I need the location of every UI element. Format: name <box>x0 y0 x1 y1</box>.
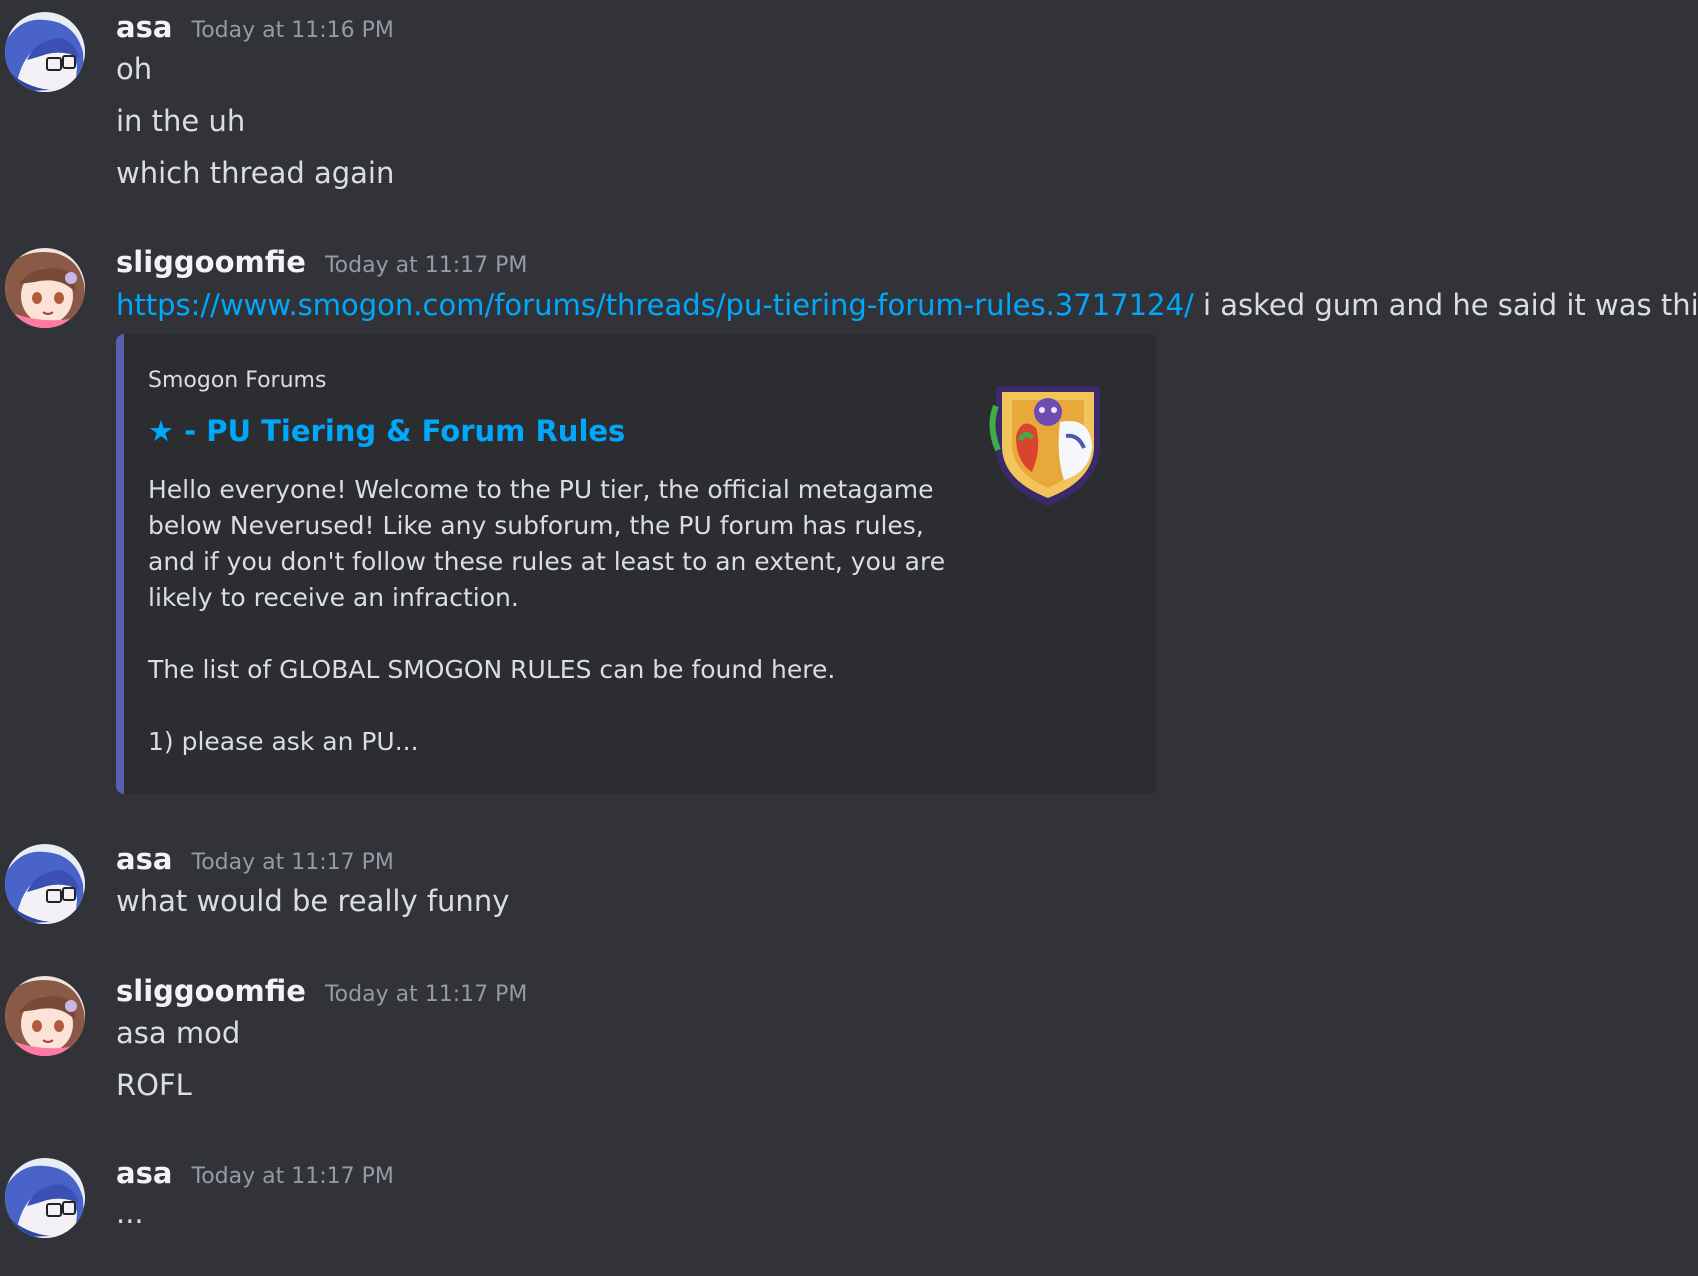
timestamp: Today at 11:17 PM <box>324 982 528 1007</box>
username[interactable]: asa <box>116 10 172 44</box>
message-text: ... <box>116 1196 144 1230</box>
message-text: in the uh <box>116 104 246 138</box>
asa-avatar-icon[interactable] <box>5 844 85 924</box>
message-text: i asked gum and he said it was this one <box>1202 288 1698 322</box>
message-text: ROFL <box>116 1068 192 1102</box>
timestamp: Today at 11:17 PM <box>191 850 394 875</box>
chat-log: asa Today at 11:16 PM oh in the uh which… <box>0 0 1698 1276</box>
message-text-with-link: https://www.smogon.com/forums/threads/pu… <box>116 288 1698 322</box>
username[interactable]: asa <box>116 842 172 876</box>
username[interactable]: sliggoomfie <box>116 245 306 279</box>
timestamp: Today at 11:17 PM <box>191 1164 394 1189</box>
username[interactable]: asa <box>116 1156 172 1190</box>
embed-title[interactable]: ★ - PU Tiering & Forum Rules <box>148 414 625 448</box>
embed-provider[interactable]: Smogon Forums <box>148 368 326 393</box>
message-text: which thread again <box>116 156 395 190</box>
message-text: oh <box>116 52 153 86</box>
embed-description: Hello everyone! Welcome to the PU tier, … <box>148 475 946 756</box>
message-text: asa mod <box>116 1016 241 1050</box>
sliggoomfie-avatar-icon[interactable] <box>5 248 85 328</box>
message-text: what would be really funny <box>116 884 510 918</box>
smogon-pu-shield-logo-icon[interactable] <box>986 376 1110 510</box>
sliggoomfie-avatar-icon[interactable] <box>5 976 85 1056</box>
asa-avatar-icon[interactable] <box>5 12 85 92</box>
asa-avatar-icon[interactable] <box>5 1158 85 1238</box>
timestamp: Today at 11:16 PM <box>191 18 394 43</box>
thread-link[interactable]: https://www.smogon.com/forums/threads/pu… <box>116 288 1194 322</box>
link-embed: Smogon Forums ★ - PU Tiering & Forum Rul… <box>116 334 1156 794</box>
timestamp: Today at 11:17 PM <box>324 253 528 278</box>
username[interactable]: sliggoomfie <box>116 974 306 1008</box>
